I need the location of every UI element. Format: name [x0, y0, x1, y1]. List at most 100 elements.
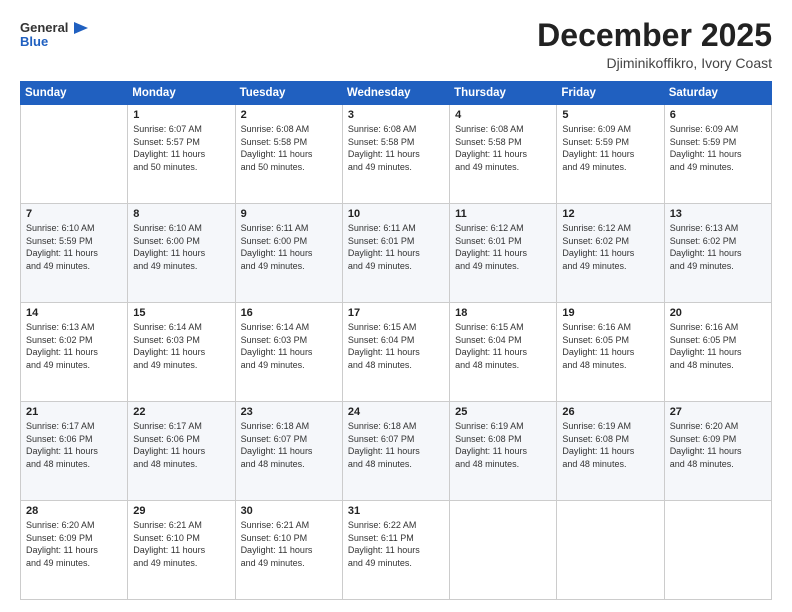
day-number: 10 [348, 208, 444, 220]
cell-content: Sunrise: 6:12 AM Sunset: 6:02 PM Dayligh… [562, 222, 658, 272]
day-number: 4 [455, 109, 551, 121]
calendar-cell [21, 105, 128, 204]
calendar-cell: 7 Sunrise: 6:10 AM Sunset: 5:59 PM Daylig… [21, 204, 128, 303]
cell-content: Sunrise: 6:16 AM Sunset: 6:05 PM Dayligh… [670, 321, 766, 371]
day-number: 9 [241, 208, 337, 220]
day-number: 27 [670, 406, 766, 418]
calendar-cell: 29 Sunrise: 6:21 AM Sunset: 6:10 PM Dayli… [128, 501, 235, 600]
cell-content: Sunrise: 6:09 AM Sunset: 5:59 PM Dayligh… [670, 123, 766, 173]
day-number: 1 [133, 109, 229, 121]
day-number: 13 [670, 208, 766, 220]
day-number: 17 [348, 307, 444, 319]
day-number: 6 [670, 109, 766, 121]
day-header-saturday: Saturday [664, 82, 771, 105]
cell-content: Sunrise: 6:11 AM Sunset: 6:01 PM Dayligh… [348, 222, 444, 272]
day-number: 11 [455, 208, 551, 220]
day-header-monday: Monday [128, 82, 235, 105]
page: General Blue December 2025 Djiminikoffik… [0, 0, 792, 612]
cell-content: Sunrise: 6:10 AM Sunset: 5:59 PM Dayligh… [26, 222, 122, 272]
calendar-cell: 30 Sunrise: 6:21 AM Sunset: 6:10 PM Dayli… [235, 501, 342, 600]
calendar-cell: 5 Sunrise: 6:09 AM Sunset: 5:59 PM Daylig… [557, 105, 664, 204]
cell-content: Sunrise: 6:08 AM Sunset: 5:58 PM Dayligh… [241, 123, 337, 173]
cell-content: Sunrise: 6:12 AM Sunset: 6:01 PM Dayligh… [455, 222, 551, 272]
cell-content: Sunrise: 6:18 AM Sunset: 6:07 PM Dayligh… [241, 420, 337, 470]
calendar-week-row: 21 Sunrise: 6:17 AM Sunset: 6:06 PM Dayli… [21, 402, 772, 501]
day-number: 25 [455, 406, 551, 418]
cell-content: Sunrise: 6:18 AM Sunset: 6:07 PM Dayligh… [348, 420, 444, 470]
cell-content: Sunrise: 6:15 AM Sunset: 6:04 PM Dayligh… [348, 321, 444, 371]
day-number: 18 [455, 307, 551, 319]
calendar-week-row: 28Sunrise: 6:20 AM Sunset: 6:09 PM Dayli… [21, 501, 772, 600]
cell-content: Sunrise: 6:07 AM Sunset: 5:57 PM Dayligh… [133, 123, 229, 173]
cell-content: Sunrise: 6:21 AM Sunset: 6:10 PM Dayligh… [133, 519, 229, 569]
calendar-cell: 22 Sunrise: 6:17 AM Sunset: 6:06 PM Dayli… [128, 402, 235, 501]
cell-content: Sunrise: 6:17 AM Sunset: 6:06 PM Dayligh… [26, 420, 122, 470]
calendar-cell: 25 Sunrise: 6:19 AM Sunset: 6:08 PM Dayli… [450, 402, 557, 501]
cell-content: Sunrise: 6:17 AM Sunset: 6:06 PM Dayligh… [133, 420, 229, 470]
day-number: 21 [26, 406, 122, 418]
day-number: 12 [562, 208, 658, 220]
calendar-cell: 9 Sunrise: 6:11 AM Sunset: 6:00 PM Daylig… [235, 204, 342, 303]
calendar-cell [557, 501, 664, 600]
title-block: December 2025 Djiminikoffikro, Ivory Coa… [537, 18, 772, 71]
calendar-cell: 20 Sunrise: 6:16 AM Sunset: 6:05 PM Dayli… [664, 303, 771, 402]
calendar-header-row: SundayMondayTuesdayWednesdayThursdayFrid… [21, 82, 772, 105]
cell-content: Sunrise: 6:21 AM Sunset: 6:10 PM Dayligh… [241, 519, 337, 569]
day-number: 31 [348, 505, 444, 517]
cell-content: Sunrise: 6:13 AM Sunset: 6:02 PM Dayligh… [670, 222, 766, 272]
calendar-table: SundayMondayTuesdayWednesdayThursdayFrid… [20, 81, 772, 600]
day-number: 22 [133, 406, 229, 418]
calendar-cell: 16 Sunrise: 6:14 AM Sunset: 6:03 PM Dayli… [235, 303, 342, 402]
calendar-cell: 12 Sunrise: 6:12 AM Sunset: 6:02 PM Dayli… [557, 204, 664, 303]
day-number: 30 [241, 505, 337, 517]
cell-content: Sunrise: 6:14 AM Sunset: 6:03 PM Dayligh… [133, 321, 229, 371]
cell-content: Sunrise: 6:20 AM Sunset: 6:09 PM Dayligh… [670, 420, 766, 470]
logo-icon [70, 18, 90, 38]
cell-content: Sunrise: 6:14 AM Sunset: 6:03 PM Dayligh… [241, 321, 337, 371]
cell-content: Sunrise: 6:19 AM Sunset: 6:08 PM Dayligh… [562, 420, 658, 470]
calendar-cell: 11 Sunrise: 6:12 AM Sunset: 6:01 PM Dayli… [450, 204, 557, 303]
calendar-cell: 14Sunrise: 6:13 AM Sunset: 6:02 PM Dayli… [21, 303, 128, 402]
calendar-cell [664, 501, 771, 600]
cell-content: Sunrise: 6:20 AM Sunset: 6:09 PM Dayligh… [26, 519, 122, 569]
day-number: 5 [562, 109, 658, 121]
day-header-thursday: Thursday [450, 82, 557, 105]
cell-content: Sunrise: 6:22 AM Sunset: 6:11 PM Dayligh… [348, 519, 444, 569]
header: General Blue December 2025 Djiminikoffik… [20, 18, 772, 71]
cell-content: Sunrise: 6:08 AM Sunset: 5:58 PM Dayligh… [455, 123, 551, 173]
calendar-cell: 4 Sunrise: 6:08 AM Sunset: 5:58 PM Daylig… [450, 105, 557, 204]
calendar-cell: 18Sunrise: 6:15 AM Sunset: 6:04 PM Dayli… [450, 303, 557, 402]
calendar-cell: 2 Sunrise: 6:08 AM Sunset: 5:58 PM Daylig… [235, 105, 342, 204]
cell-content: Sunrise: 6:19 AM Sunset: 6:08 PM Dayligh… [455, 420, 551, 470]
day-number: 26 [562, 406, 658, 418]
calendar-cell [450, 501, 557, 600]
cell-content: Sunrise: 6:08 AM Sunset: 5:58 PM Dayligh… [348, 123, 444, 173]
day-header-friday: Friday [557, 82, 664, 105]
calendar-cell: 6 Sunrise: 6:09 AM Sunset: 5:59 PM Daylig… [664, 105, 771, 204]
day-header-sunday: Sunday [21, 82, 128, 105]
day-number: 29 [133, 505, 229, 517]
location: Djiminikoffikro, Ivory Coast [537, 55, 772, 71]
cell-content: Sunrise: 6:13 AM Sunset: 6:02 PM Dayligh… [26, 321, 122, 371]
calendar-week-row: 7 Sunrise: 6:10 AM Sunset: 5:59 PM Daylig… [21, 204, 772, 303]
day-header-wednesday: Wednesday [342, 82, 449, 105]
day-number: 23 [241, 406, 337, 418]
logo-blue: Blue [20, 34, 48, 50]
calendar-week-row: 14Sunrise: 6:13 AM Sunset: 6:02 PM Dayli… [21, 303, 772, 402]
calendar-cell: 15Sunrise: 6:14 AM Sunset: 6:03 PM Dayli… [128, 303, 235, 402]
day-number: 3 [348, 109, 444, 121]
calendar-cell: 27 Sunrise: 6:20 AM Sunset: 6:09 PM Dayli… [664, 402, 771, 501]
day-number: 2 [241, 109, 337, 121]
calendar-cell: 19Sunrise: 6:16 AM Sunset: 6:05 PM Dayli… [557, 303, 664, 402]
day-number: 19 [562, 307, 658, 319]
cell-content: Sunrise: 6:11 AM Sunset: 6:00 PM Dayligh… [241, 222, 337, 272]
calendar-cell: 31 Sunrise: 6:22 AM Sunset: 6:11 PM Dayli… [342, 501, 449, 600]
day-number: 16 [241, 307, 337, 319]
day-number: 24 [348, 406, 444, 418]
calendar-cell: 3 Sunrise: 6:08 AM Sunset: 5:58 PM Daylig… [342, 105, 449, 204]
calendar-cell: 1 Sunrise: 6:07 AM Sunset: 5:57 PM Daylig… [128, 105, 235, 204]
cell-content: Sunrise: 6:09 AM Sunset: 5:59 PM Dayligh… [562, 123, 658, 173]
day-header-tuesday: Tuesday [235, 82, 342, 105]
day-number: 7 [26, 208, 122, 220]
day-number: 20 [670, 307, 766, 319]
